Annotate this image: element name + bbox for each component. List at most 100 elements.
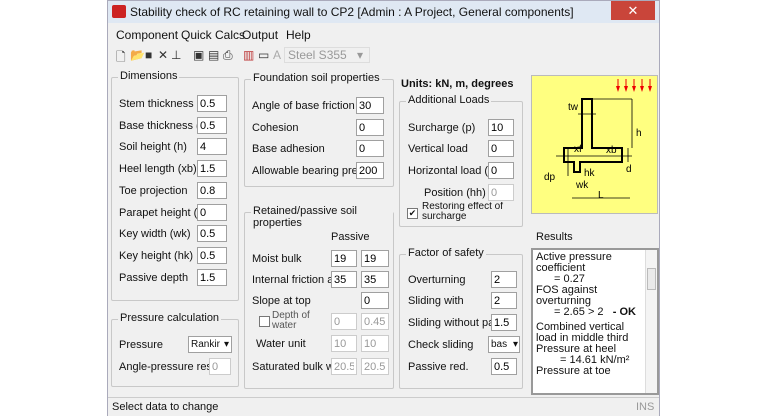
wall-diagram: tw h xf xb dp hk wk d L [531, 75, 658, 214]
field-input[interactable] [356, 97, 384, 114]
label-xb: xb [606, 145, 617, 156]
water-depth-checkbox[interactable] [259, 316, 270, 327]
water-depth-input[interactable] [331, 313, 357, 330]
field-input[interactable] [488, 184, 514, 201]
result-line: Active pressure coefficient [536, 251, 612, 274]
field-label: Vertical load [408, 143, 468, 155]
saturated-bulk-input[interactable] [331, 358, 357, 375]
friction-retained-input[interactable] [331, 271, 357, 288]
result-line: Pressure at toe [536, 365, 611, 377]
ok-status: - OK [612, 306, 636, 318]
menu-quick-calcs[interactable]: Quick Calcs [181, 28, 245, 42]
field-input[interactable] [488, 162, 514, 179]
sliding-with-input[interactable] [491, 292, 517, 309]
field-input[interactable] [197, 269, 227, 286]
menu-help[interactable]: Help [286, 28, 311, 42]
water-unit-input[interactable] [331, 335, 357, 352]
sliding-without-input[interactable] [491, 314, 517, 331]
passive-red-label: Passive red. [408, 361, 469, 373]
new-icon[interactable]: 🗋 [116, 48, 126, 69]
overturning-input[interactable] [491, 271, 517, 288]
friction-passive-input[interactable] [361, 271, 389, 288]
print-icon[interactable]: ⎙ [223, 48, 233, 63]
field-label: Allowable bearing pres [252, 165, 364, 177]
field-input[interactable] [197, 160, 227, 177]
field-input[interactable] [197, 204, 227, 221]
field-input[interactable] [488, 119, 514, 136]
passive-header: Passive [331, 231, 370, 243]
open-icon[interactable]: 📂 [130, 48, 145, 62]
field-label: Cohesion [252, 122, 299, 134]
angle-pressure-label: Angle-pressure res [119, 361, 212, 373]
pressure-method-select[interactable]: Rankir ▾ [188, 336, 232, 353]
label-tw: tw [568, 102, 579, 113]
status-text: Select data to change [112, 401, 219, 413]
check-sliding-label: Check sliding [408, 339, 474, 351]
field-input[interactable] [356, 162, 384, 179]
results-title: Results [536, 231, 573, 243]
axis-icon[interactable]: ⊥ [171, 48, 181, 62]
field-label: Base adhesion [252, 143, 325, 155]
pressure-group: Pressure calculation [111, 312, 239, 387]
field-input[interactable] [356, 119, 384, 136]
window-title: Stability check of RC retaining wall to … [130, 5, 574, 19]
moist-bulk-passive-input[interactable] [361, 250, 389, 267]
check-sliding-select[interactable]: bas ▾ [488, 336, 520, 353]
results-scrollbar[interactable] [645, 250, 657, 393]
restoring-surcharge-label: Restoring effect of surcharge [422, 202, 503, 222]
field-input[interactable] [197, 117, 227, 134]
delete-icon[interactable]: ✕ [158, 48, 168, 62]
water-depth-label: Depth of water [272, 310, 310, 331]
group-title: Foundation soil properties [251, 72, 382, 84]
field-input[interactable] [356, 140, 384, 157]
moist-bulk-retained-input[interactable] [331, 250, 357, 267]
field-label: Base thickness ( [119, 120, 200, 132]
field-label: Passive depth [119, 272, 189, 284]
comment-icon[interactable]: ▭ [258, 48, 269, 62]
menu-bar: Component Quick Calcs Output Help [108, 26, 659, 44]
slope-input[interactable] [361, 292, 389, 309]
preview-icon[interactable]: ▣ [193, 48, 204, 62]
field-input[interactable] [197, 182, 227, 199]
group-title: Retained/passive soil properties [251, 205, 393, 229]
field-input[interactable] [488, 140, 514, 157]
pressure-label: Pressure [119, 339, 164, 351]
water-depth-passive-input[interactable] [361, 313, 389, 330]
report-icon[interactable]: ▤ [208, 48, 219, 62]
field-label: Parapet height ( [119, 207, 198, 219]
angle-pressure-input[interactable] [209, 358, 231, 375]
app-window: Stability check of RC retaining wall to … [107, 0, 660, 416]
field-input[interactable] [197, 138, 227, 155]
close-button[interactable]: ✕ [611, 1, 655, 20]
field-label: Angle of base friction [252, 100, 355, 112]
label-xf: xf [574, 144, 582, 155]
font-icon[interactable]: A [273, 48, 281, 62]
field-label: Key width (wk) [119, 228, 191, 240]
material-select[interactable]: Steel S355 ▾ [284, 47, 370, 63]
menu-component[interactable]: Component [116, 28, 178, 42]
passive-red-input[interactable] [491, 358, 517, 375]
field-input[interactable] [197, 95, 227, 112]
toolbar: 🗋 📂 ■ ✕ ⊥ ▣ ▤ ⎙ ▥ ▭ A Steel S355 ▾ [108, 45, 659, 65]
field-label: Key height (hk) [119, 250, 193, 262]
group-title: Factor of safety [406, 247, 486, 259]
saturated-bulk-passive-input[interactable] [361, 358, 389, 375]
label-wk: wk [575, 180, 589, 191]
books-icon[interactable]: ▥ [243, 48, 254, 62]
sliding-without-label: Sliding without pa [408, 317, 495, 329]
menu-output[interactable]: Output [242, 28, 278, 42]
moist-bulk-label: Moist bulk [252, 253, 302, 265]
wall-section-drawing: tw h xf xb dp hk wk d L [544, 79, 652, 201]
sliding-with-label: Sliding with [408, 295, 464, 307]
result-line: = 2.65 > 2 [554, 306, 604, 318]
label-d: d [626, 164, 632, 175]
water-unit-passive-input[interactable] [361, 335, 389, 352]
scroll-thumb[interactable] [647, 268, 656, 290]
restoring-surcharge-checkbox[interactable]: ✔ [407, 208, 418, 219]
result-line: FOS against overturning [536, 284, 598, 307]
save-icon[interactable]: ■ [145, 48, 152, 62]
field-input[interactable] [197, 247, 227, 264]
field-input[interactable] [197, 225, 227, 242]
group-title: Dimensions [118, 70, 180, 82]
results-panel[interactable]: Active pressure coefficient = 0.27 FOS a… [531, 248, 659, 395]
